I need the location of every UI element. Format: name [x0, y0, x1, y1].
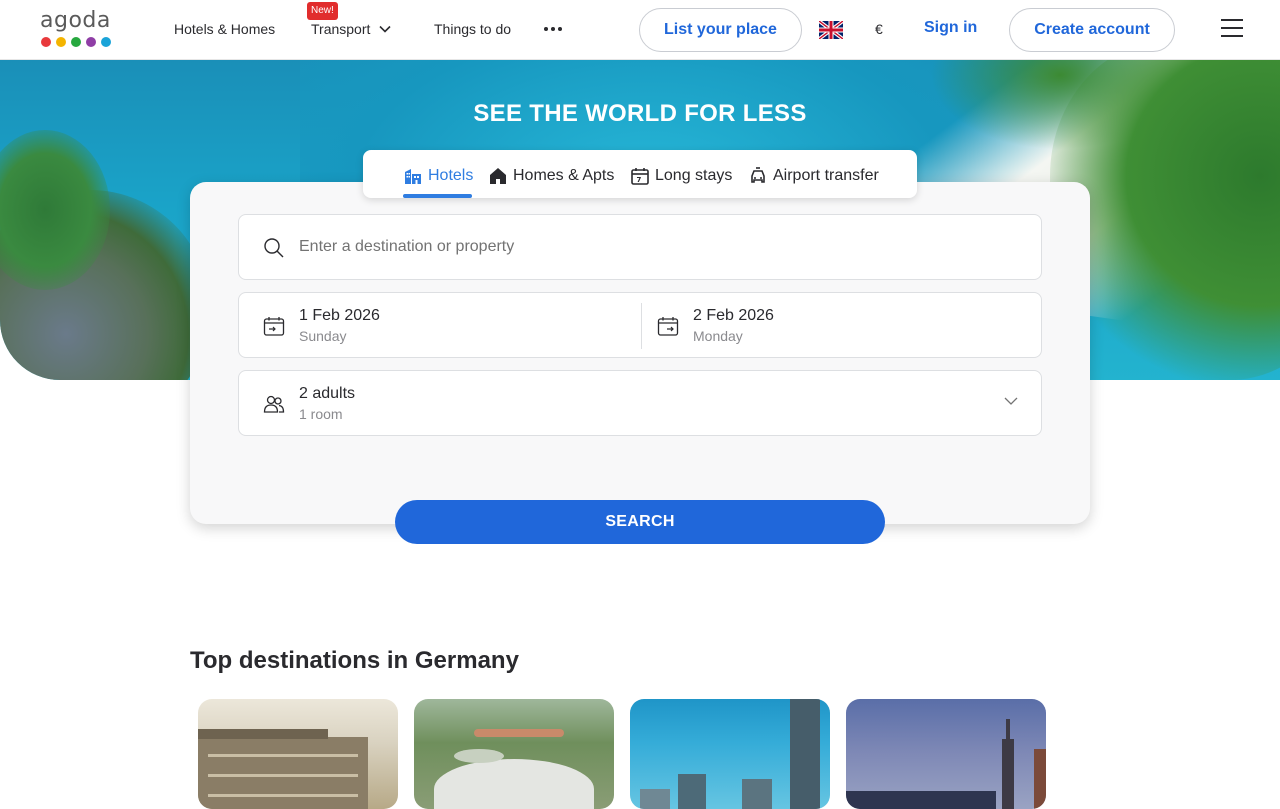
agoda-logo[interactable]: agoda — [40, 10, 116, 50]
check-in-date: 1 Feb 2026 — [299, 307, 380, 324]
destination-card[interactable] — [414, 699, 614, 809]
destination-field[interactable] — [238, 214, 1042, 280]
more-menu-icon[interactable] — [544, 21, 564, 37]
currency-selector[interactable]: € — [875, 21, 883, 37]
logo-text: agoda — [40, 8, 111, 33]
car-icon — [751, 167, 765, 183]
destination-card[interactable] — [846, 699, 1046, 809]
dates-field: 1 Feb 2026 Sunday 2 Feb 2026 Monday — [238, 292, 1042, 358]
tab-homes-apts[interactable]: Homes & Apts — [488, 166, 614, 186]
guests-icon — [263, 395, 285, 413]
logo-dot-blue — [101, 37, 111, 47]
nav-transport-label: Transport — [311, 21, 371, 37]
home-icon — [490, 168, 506, 184]
search-icon — [264, 238, 284, 258]
destination-card[interactable] — [198, 699, 398, 809]
occupancy-field[interactable]: 2 adults 1 room — [238, 370, 1042, 436]
new-badge: New! — [307, 2, 338, 20]
hotel-icon — [405, 169, 421, 184]
logo-dots — [41, 37, 116, 47]
destinations-section-title: Top destinations in Germany — [190, 647, 519, 674]
search-button[interactable]: SEARCH — [395, 500, 885, 544]
nav-hotels-homes[interactable]: Hotels & Homes — [174, 20, 275, 38]
hamburger-menu-icon[interactable] — [1221, 19, 1243, 37]
sign-in-link[interactable]: Sign in — [924, 19, 977, 37]
active-tab-indicator — [403, 194, 472, 198]
chevron-down-icon — [379, 25, 391, 33]
destination-input[interactable] — [299, 235, 999, 259]
create-account-button[interactable]: Create account — [1009, 8, 1175, 52]
tab-hotels-label: Hotels — [428, 167, 474, 184]
hero-title: SEE THE WORLD FOR LESS — [473, 100, 807, 127]
tab-airport-label: Airport transfer — [773, 167, 879, 184]
date-divider — [641, 303, 642, 349]
tab-airport-transfer[interactable]: Airport transfer — [748, 166, 879, 186]
occupancy-guests: 2 adults — [299, 385, 356, 402]
tab-hotels[interactable]: Hotels — [403, 166, 473, 186]
logo-dot-yellow — [56, 37, 66, 47]
calendar-7-icon: 7 — [631, 168, 649, 185]
destination-card[interactable] — [630, 699, 830, 809]
tab-long-stays-label: Long stays — [655, 167, 733, 184]
check-out-date: 2 Feb 2026 — [693, 307, 774, 324]
nav-things-to-do[interactable]: Things to do — [434, 20, 511, 38]
tab-homes-label: Homes & Apts — [513, 167, 615, 184]
chevron-down-icon — [1004, 397, 1018, 405]
search-tabs: Hotels Homes & Apts 7 Long stays Airport… — [363, 150, 917, 198]
svg-text:7: 7 — [637, 176, 642, 184]
occupancy-rooms: 1 room — [299, 406, 343, 422]
logo-dot-red — [41, 37, 51, 47]
tab-long-stays[interactable]: 7 Long stays — [630, 166, 732, 186]
check-in-calendar-icon — [263, 317, 285, 336]
uk-flag-icon[interactable] — [819, 21, 843, 39]
check-out-day: Monday — [693, 328, 743, 344]
logo-dot-green — [71, 37, 81, 47]
top-nav-bar: agoda Hotels & Homes New! Transport Thin… — [0, 0, 1280, 60]
check-out-calendar-icon — [657, 317, 679, 336]
logo-dot-purple — [86, 37, 96, 47]
list-your-place-button[interactable]: List your place — [639, 8, 802, 52]
nav-transport[interactable]: Transport — [311, 20, 392, 38]
check-in-day: Sunday — [299, 328, 347, 344]
